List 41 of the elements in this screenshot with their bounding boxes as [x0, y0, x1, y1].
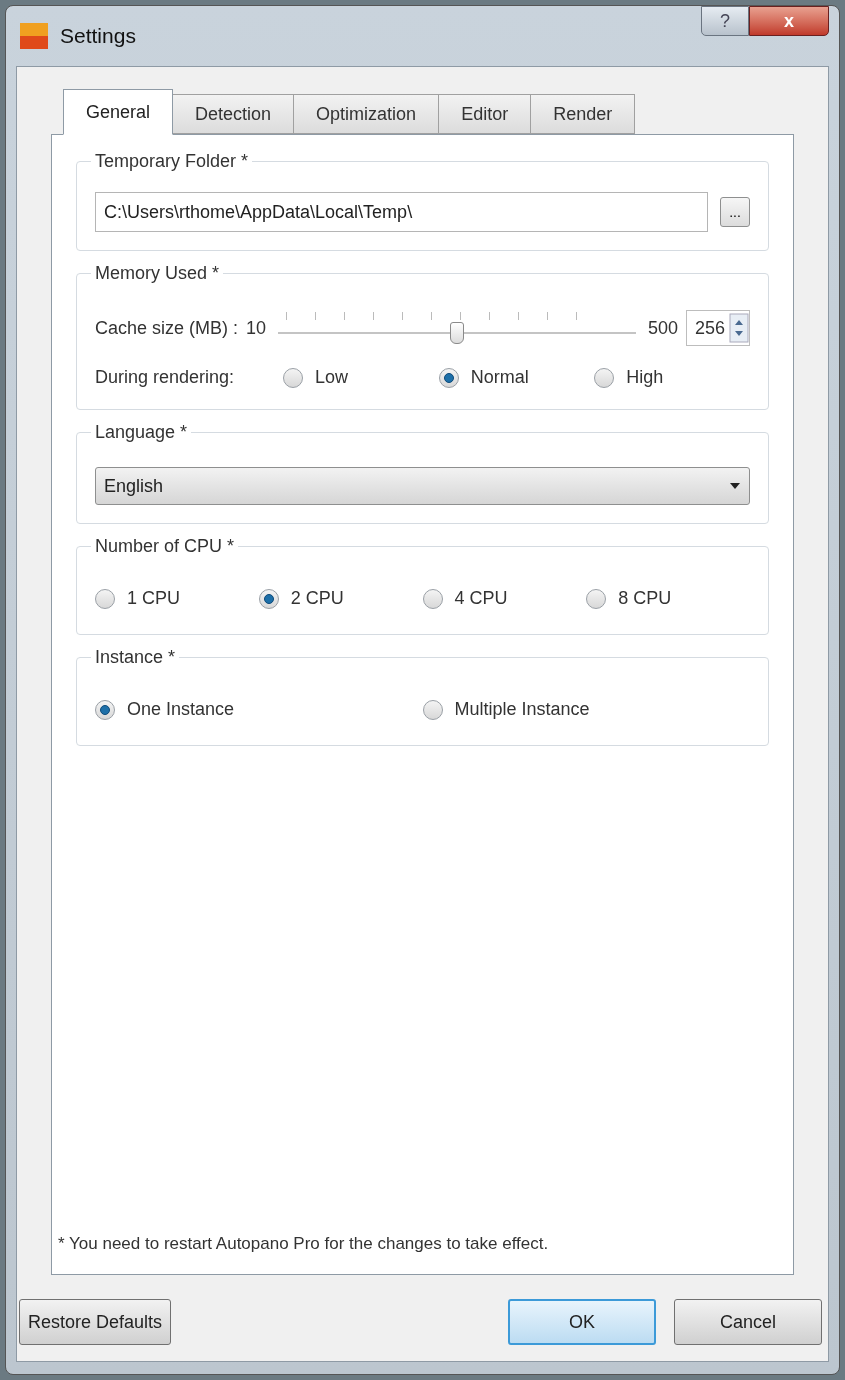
radio-label: 2 CPU — [290, 587, 344, 610]
during-rendering-label: During rendering: — [95, 366, 236, 389]
cancel-button[interactable]: Cancel — [674, 1299, 822, 1345]
tab[interactable]: Optimization — [294, 94, 440, 134]
help-button[interactable]: ? — [701, 6, 749, 36]
tab[interactable]: General — [63, 89, 174, 135]
slider-thumb[interactable] — [450, 322, 464, 344]
radio-button[interactable] — [438, 367, 459, 388]
radio-button[interactable] — [258, 588, 279, 609]
app-logo-icon — [20, 23, 48, 49]
radio-button[interactable] — [422, 588, 443, 609]
radio-label: 1 CPU — [127, 587, 180, 610]
radio-button[interactable] — [95, 588, 115, 609]
radio-label: 4 CPU — [454, 587, 508, 610]
restore-defaults-button[interactable]: Restore Defaults — [19, 1299, 172, 1345]
tab[interactable]: Render — [531, 94, 636, 134]
dropdown-arrow-icon — [729, 482, 741, 490]
radio-label: One Instance — [127, 698, 235, 721]
restart-note: * You need to restart Autopano Pro for the changes to take effect. — [58, 1232, 550, 1255]
cache-size-label: Cache size (MB) : — [95, 316, 239, 340]
radio-label: 8 CPU — [618, 587, 672, 610]
radio-label: Low — [315, 366, 349, 389]
window-title: Settings — [60, 23, 136, 50]
tab[interactable]: Detection — [173, 94, 295, 134]
radio-label: High — [626, 366, 664, 389]
cache-spin-box[interactable]: 256 — [685, 310, 750, 346]
language-dropdown[interactable]: English — [95, 467, 750, 505]
ok-button[interactable]: OK — [508, 1299, 656, 1345]
radio-button[interactable] — [594, 367, 615, 388]
radio-button[interactable] — [95, 699, 115, 720]
radio-label: Multiple Instance — [454, 698, 590, 721]
radio-button[interactable] — [422, 699, 443, 720]
tab[interactable]: Editor — [439, 94, 532, 134]
radio-button[interactable] — [586, 588, 607, 609]
radio-button[interactable] — [283, 367, 303, 388]
browse-button[interactable]: ... — [720, 197, 750, 227]
folder-path-field[interactable]: C:\Users\rthome\AppData\Local\Temp\ — [95, 192, 708, 232]
slider-max-label: 500 — [647, 316, 678, 340]
slider-min-label: 10 — [246, 316, 267, 340]
spin-arrows-icon[interactable] — [729, 313, 749, 343]
radio-label: Normal — [470, 366, 529, 389]
